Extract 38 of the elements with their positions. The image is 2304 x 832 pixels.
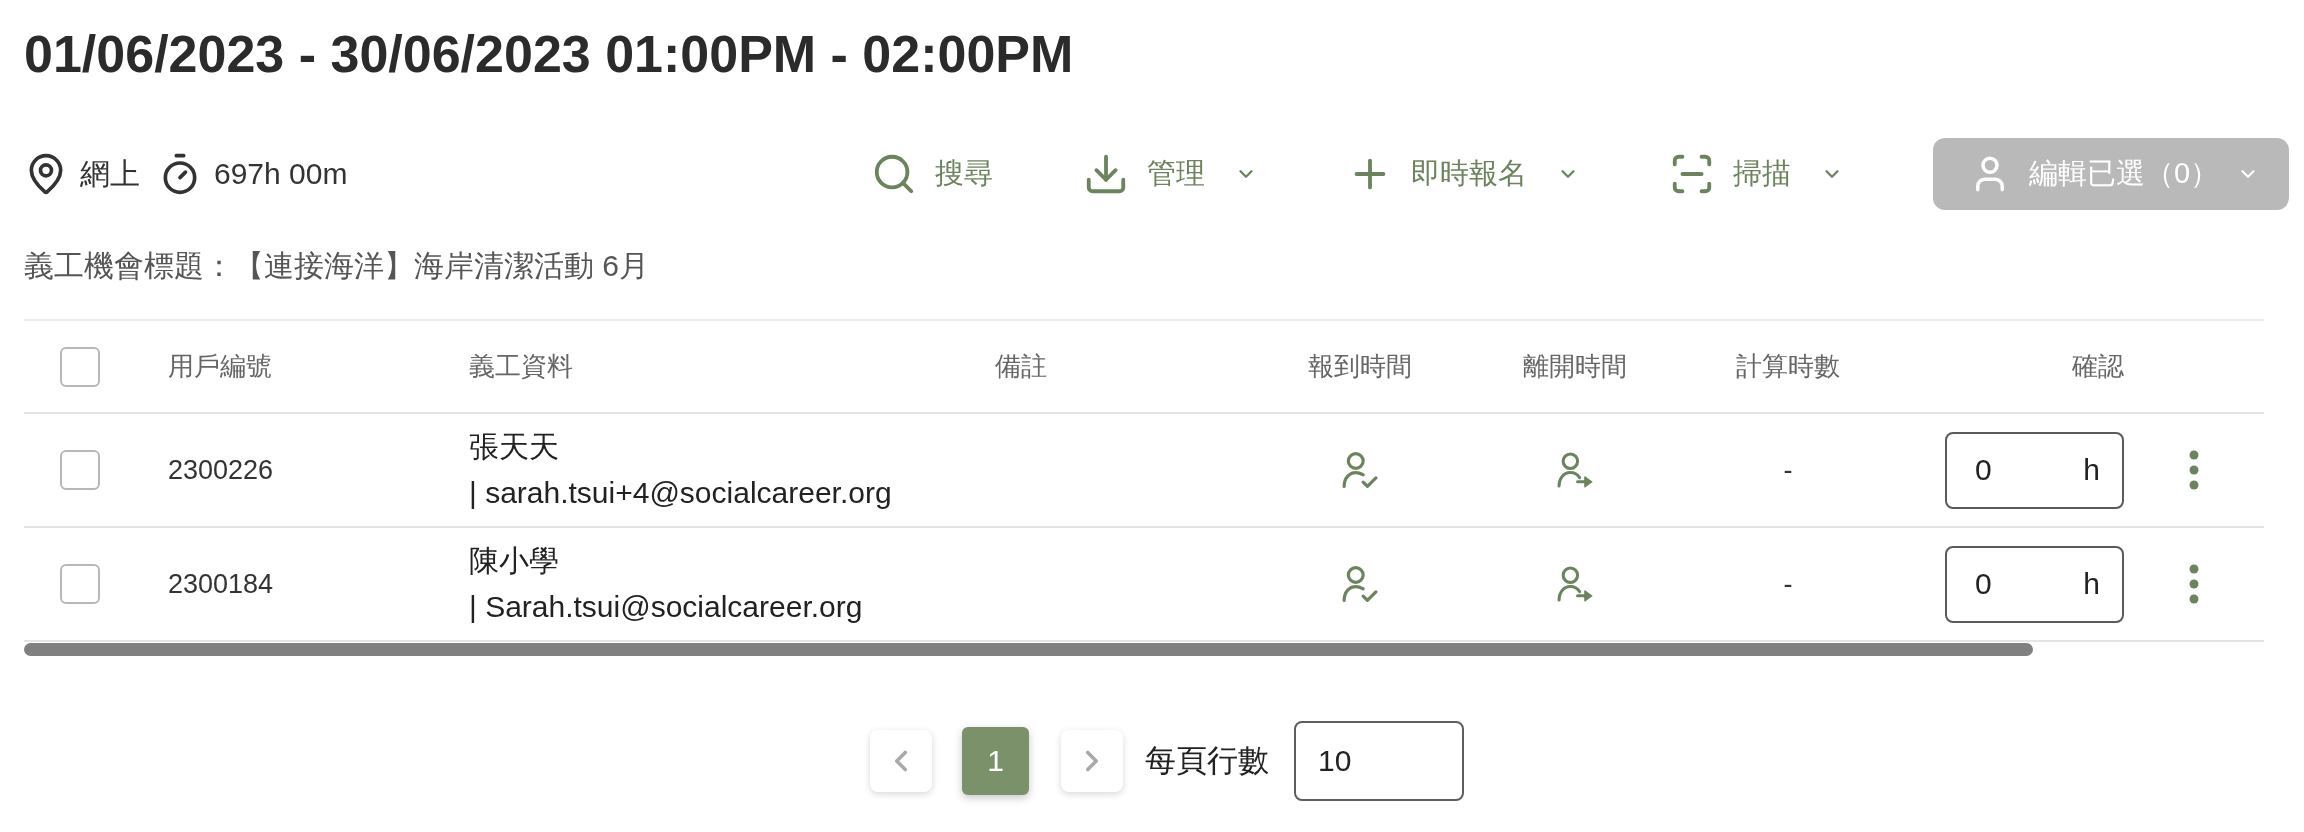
volunteer-email: | Sarah.tsui@socialcareer.org [469,589,863,625]
column-header: 離開時間 [1523,350,1627,383]
location-text: 網上 [80,155,140,192]
rows-per-page-field[interactable]: 10 [1294,721,1464,801]
calculated-hours: - [1783,568,1793,600]
column-header: 義工資料 [469,350,573,383]
column-header: 確認 [2072,350,2124,383]
volunteer-email: | sarah.tsui+4@socialcareer.org [469,475,892,511]
scrollbar-thumb[interactable] [24,643,2033,656]
download-button[interactable]: 管理 [1083,138,1257,210]
duration-text: 697h 00m [214,157,348,191]
user-check-icon[interactable] [1342,451,1378,489]
user-id: 2300184 [168,568,274,600]
volunteer-name: 陳小學 [469,543,559,579]
user-check-icon[interactable] [1342,565,1378,603]
column-header: 報到時間 [1308,350,1412,383]
row-checkbox[interactable] [60,450,100,490]
user-arrow-icon[interactable] [1557,565,1593,603]
unit-label: h [2083,566,2100,602]
opportunity-title: 義工機會標題：【連接海洋】海岸清潔活動 6月 [24,248,650,284]
more-options-icon[interactable] [2189,564,2199,604]
search-button[interactable]: 搜尋 [871,138,993,210]
page-title: 01/06/2023 - 30/06/2023 01:00PM - 02:00PM [24,24,1074,85]
unit-label: h [2083,452,2100,488]
add-button[interactable]: 即時報名 [1347,138,1579,210]
column-header: 計算時數 [1736,350,1840,383]
page-button[interactable]: 1 [962,727,1029,795]
calculated-hours: - [1783,454,1793,486]
column-header: 用戶編號 [168,350,272,383]
more-options-icon[interactable] [2189,450,2199,490]
rows-per-page-label: 每頁行數 [1145,742,1269,780]
scan-button[interactable]: 掃描 [1669,138,1843,210]
row-checkbox[interactable] [60,564,100,604]
select-all-checkbox[interactable] [60,346,100,387]
volunteer-name: 張天天 [469,429,559,465]
user-id: 2300226 [168,454,274,486]
user-arrow-icon[interactable] [1557,451,1593,489]
column-header: 備註 [995,350,1047,383]
